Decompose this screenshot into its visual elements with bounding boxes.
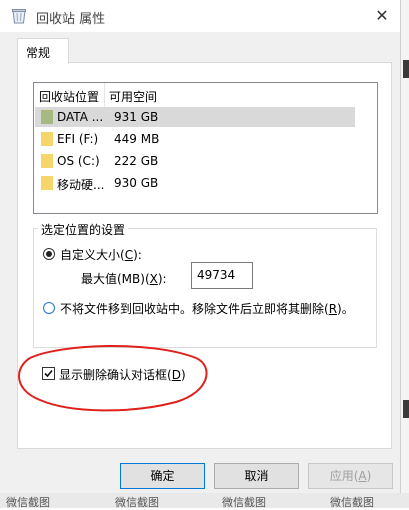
delete-immediately-label[interactable]: 不将文件移到回收站中。移除文件后立即将其删除(R)。 — [60, 300, 354, 317]
cancel-button[interactable]: 取消 — [214, 463, 299, 489]
apply-button[interactable]: 应用(A) — [308, 463, 393, 489]
column-header-space[interactable]: 可用空间 — [109, 88, 157, 105]
tab-general-label: 常规 — [26, 46, 51, 60]
list-item-name: 移动硬... — [57, 178, 105, 192]
max-size-label: 最大值(MB)(X): — [81, 272, 167, 286]
close-icon: ✕ — [375, 6, 389, 25]
list-item-name: DATA ... — [57, 110, 104, 124]
group-title: 选定位置的设置 — [38, 221, 129, 238]
folder-icon — [41, 176, 53, 190]
folder-icon — [41, 132, 53, 146]
tab-general[interactable]: 常规 — [17, 38, 69, 64]
checkmark-icon — [44, 369, 53, 378]
drive-icon — [41, 110, 53, 124]
close-button[interactable]: ✕ — [368, 4, 396, 28]
window-title: 回收站 属性 — [36, 12, 106, 27]
max-size-input[interactable]: 49734 — [191, 262, 253, 289]
desktop-thumbnail-icon — [403, 60, 409, 78]
custom-size-radio[interactable] — [43, 248, 55, 260]
list-item-name: OS (C:) — [57, 154, 100, 168]
list-item-drive-efi[interactable]: EFI (F:) 449 MB — [35, 129, 355, 149]
desktop-thumbnail-icon — [403, 400, 409, 418]
ok-button[interactable]: 确定 — [120, 463, 205, 489]
custom-size-label[interactable]: 自定义大小(C): — [60, 246, 142, 263]
folder-icon — [41, 154, 53, 168]
delete-immediately-radio[interactable] — [43, 302, 55, 314]
recycle-bin-location-list[interactable]: 回收站位置 可用空间 DATA ... 931 GB EFI (F:) 449 … — [33, 82, 378, 214]
list-item-drive-data[interactable]: DATA ... 931 GB — [35, 107, 355, 127]
list-item-space: 931 GB — [114, 110, 159, 124]
column-divider[interactable] — [104, 83, 105, 107]
title-bar[interactable]: 回收站 属性 ✕ — [0, 0, 400, 32]
recycle-bin-icon — [12, 8, 26, 24]
list-item-name: EFI (F:) — [57, 132, 99, 146]
list-item-drive-removable[interactable]: 移动硬... 930 GB — [35, 173, 355, 193]
max-size-value: 49734 — [197, 268, 236, 282]
list-item-space: 222 GB — [114, 154, 159, 168]
recycle-bin-properties-dialog: 回收站 属性 ✕ 常规 回收站位置 可用空间 DATA ... 931 GB E… — [0, 0, 401, 493]
list-item-drive-os[interactable]: OS (C:) 222 GB — [35, 151, 355, 171]
list-item-space: 449 MB — [114, 132, 160, 146]
column-header-location[interactable]: 回收站位置 — [39, 88, 99, 105]
list-header: 回收站位置 可用空间 — [34, 83, 377, 107]
confirm-delete-checkbox[interactable] — [42, 367, 55, 380]
confirm-delete-label[interactable]: 显示删除确认对话框(D) — [59, 366, 186, 383]
list-item-space: 930 GB — [114, 176, 159, 190]
